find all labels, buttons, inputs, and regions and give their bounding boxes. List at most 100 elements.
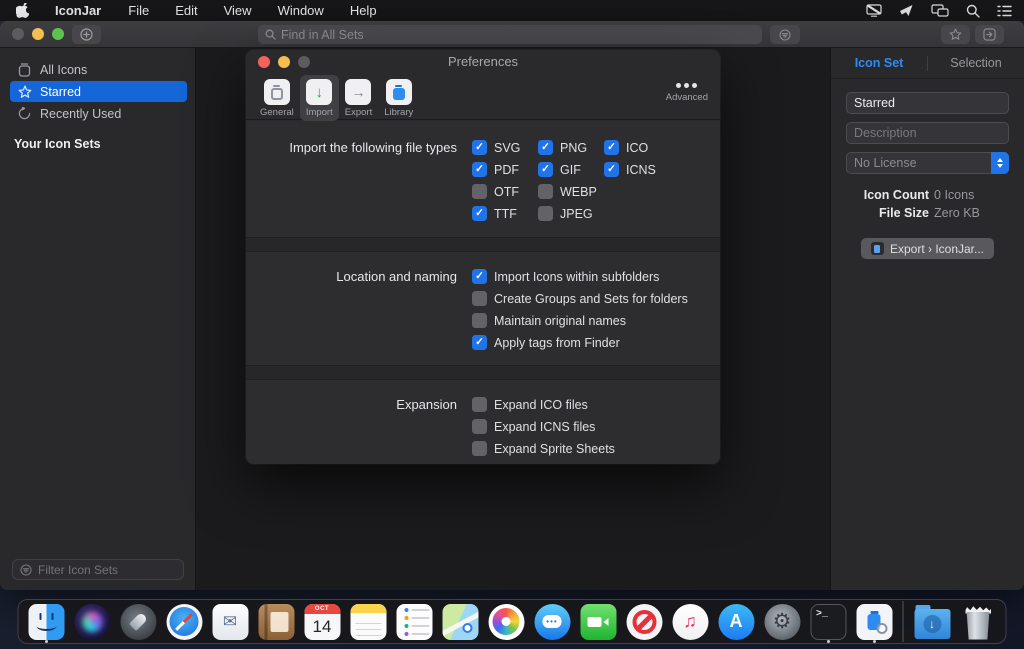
dock-safari[interactable] xyxy=(164,601,205,642)
dock-downloads[interactable]: ↓ xyxy=(912,601,953,642)
checkbox-maintain-names[interactable]: Maintain original names xyxy=(472,313,688,328)
checkbox-expand-icns[interactable]: Expand ICNS files xyxy=(472,419,615,434)
set-name-field[interactable] xyxy=(846,92,1009,114)
add-set-button[interactable] xyxy=(72,25,101,44)
apple-menu-icon[interactable] xyxy=(12,3,41,18)
dock-app-store[interactable]: A xyxy=(716,601,757,642)
spotlight-icon[interactable] xyxy=(966,4,980,18)
dock-trash[interactable] xyxy=(958,601,999,642)
checkbox-import-subfolders[interactable]: Import Icons within subfolders xyxy=(472,269,688,284)
dock-iconjar[interactable] xyxy=(854,601,895,642)
import-tab-icon: ↓ xyxy=(306,79,332,105)
search-input[interactable] xyxy=(281,28,755,42)
checkbox-gif[interactable]: GIF xyxy=(538,162,604,177)
view-options-button[interactable] xyxy=(770,25,800,44)
checkbox-expand-sprites[interactable]: Expand Sprite Sheets xyxy=(472,441,615,456)
dock-news[interactable] xyxy=(624,601,665,642)
filter-icon-sets-field[interactable] xyxy=(12,559,184,580)
prefs-tab-import[interactable]: ↓ Import xyxy=(300,75,339,121)
checkbox-expand-ico[interactable]: Expand ICO files xyxy=(472,397,615,412)
checkbox-apply-tags[interactable]: Apply tags from Finder xyxy=(472,335,688,350)
checkbox-otf[interactable]: OTF xyxy=(472,184,538,199)
dock-music[interactable]: ♫ xyxy=(670,601,711,642)
dock-contacts[interactable] xyxy=(256,601,297,642)
dock-launchpad[interactable] xyxy=(118,601,159,642)
safari-icon xyxy=(166,604,202,640)
menu-app-name[interactable]: IconJar xyxy=(41,3,115,18)
search-field[interactable] xyxy=(258,25,762,44)
prefs-minimize-button[interactable] xyxy=(278,56,290,68)
prefs-zoom-button[interactable] xyxy=(298,56,310,68)
messages-icon: ••• xyxy=(534,604,570,640)
checkbox-ttf[interactable]: TTF xyxy=(472,206,538,221)
close-button[interactable] xyxy=(12,28,24,40)
checkbox-icns[interactable]: ICNS xyxy=(604,162,670,177)
prefs-tab-library[interactable]: Library xyxy=(378,75,419,121)
list-status-icon[interactable] xyxy=(997,5,1012,17)
license-select[interactable]: No License xyxy=(846,152,1009,174)
dock-mail[interactable]: ✉ xyxy=(210,601,251,642)
expansion-section: Expansion Expand ICO files Expand ICNS f… xyxy=(246,380,720,464)
checkbox-ico[interactable]: ICO xyxy=(604,140,670,155)
prefs-tab-export[interactable]: → Export xyxy=(339,75,378,121)
news-icon xyxy=(626,604,662,640)
sidebar-item-starred[interactable]: Starred xyxy=(10,81,187,102)
file-size-label: File Size xyxy=(846,204,934,222)
checkbox-webp[interactable]: WEBP xyxy=(538,184,604,199)
trash-icon xyxy=(963,604,993,640)
dock-system-preferences[interactable]: ⚙ xyxy=(762,601,803,642)
general-tab-icon xyxy=(264,79,290,105)
filter-input[interactable] xyxy=(38,563,193,577)
menu-edit[interactable]: Edit xyxy=(162,3,210,18)
sidebar: All Icons Starred Recently Used Your Ico… xyxy=(0,48,196,590)
photos-icon xyxy=(488,604,524,640)
menu-window[interactable]: Window xyxy=(265,3,337,18)
tab-icon-set[interactable]: Icon Set xyxy=(831,56,927,70)
file-types-section: Import the following file types SVG PDF … xyxy=(246,121,720,237)
section-divider xyxy=(246,365,720,380)
sidebar-item-recently-used[interactable]: Recently Used xyxy=(10,103,187,124)
dock-siri[interactable] xyxy=(72,601,113,642)
dock-reminders[interactable] xyxy=(394,601,435,642)
tab-selection[interactable]: Selection xyxy=(928,56,1024,70)
iconjar-mini-icon xyxy=(871,242,884,255)
prefs-close-button[interactable] xyxy=(258,56,270,68)
facetime-icon xyxy=(580,604,616,640)
sidebar-section-header: Your Icon Sets xyxy=(14,137,195,151)
description-field[interactable] xyxy=(846,122,1009,144)
menu-file[interactable]: File xyxy=(115,3,162,18)
location-section: Location and naming Import Icons within … xyxy=(246,252,720,365)
dock-photos[interactable] xyxy=(486,601,527,642)
dock-terminal[interactable]: >_ xyxy=(808,601,849,642)
menu-help[interactable]: Help xyxy=(337,3,390,18)
screen-mirroring-status-icon[interactable] xyxy=(931,4,949,17)
checkbox-jpeg[interactable]: JPEG xyxy=(538,206,604,221)
minimize-button[interactable] xyxy=(32,28,44,40)
share-toolbar-button[interactable] xyxy=(975,25,1004,44)
iconjar-dock-icon xyxy=(856,604,892,640)
cursor-status-icon[interactable] xyxy=(899,4,914,17)
star-toolbar-button[interactable] xyxy=(941,25,970,44)
checkbox-pdf[interactable]: PDF xyxy=(472,162,538,177)
prefs-tab-general[interactable]: General xyxy=(254,75,300,121)
window-toolbar xyxy=(0,21,1024,48)
display-status-icon[interactable] xyxy=(866,4,882,17)
dock-finder[interactable] xyxy=(26,601,67,642)
checkbox-create-groups[interactable]: Create Groups and Sets for folders xyxy=(472,291,688,306)
running-indicator xyxy=(45,640,48,643)
sidebar-item-all-icons[interactable]: All Icons xyxy=(10,59,187,80)
dock-maps[interactable] xyxy=(440,601,481,642)
maps-icon xyxy=(442,604,478,640)
checkbox-svg[interactable]: SVG xyxy=(472,140,538,155)
zoom-button[interactable] xyxy=(52,28,64,40)
dock-facetime[interactable] xyxy=(578,601,619,642)
prefs-tab-advanced[interactable]: Advanced xyxy=(666,75,708,103)
dock-notes[interactable] xyxy=(348,601,389,642)
menu-view[interactable]: View xyxy=(211,3,265,18)
running-indicator xyxy=(873,640,876,643)
checkbox-png[interactable]: PNG xyxy=(538,140,604,155)
dock-calendar[interactable]: OCT 14 xyxy=(302,601,343,642)
dock-messages[interactable]: ••• xyxy=(532,601,573,642)
export-iconjar-button[interactable]: Export › IconJar... xyxy=(861,238,994,259)
icon-count-value: 0 Icons xyxy=(934,186,1009,204)
